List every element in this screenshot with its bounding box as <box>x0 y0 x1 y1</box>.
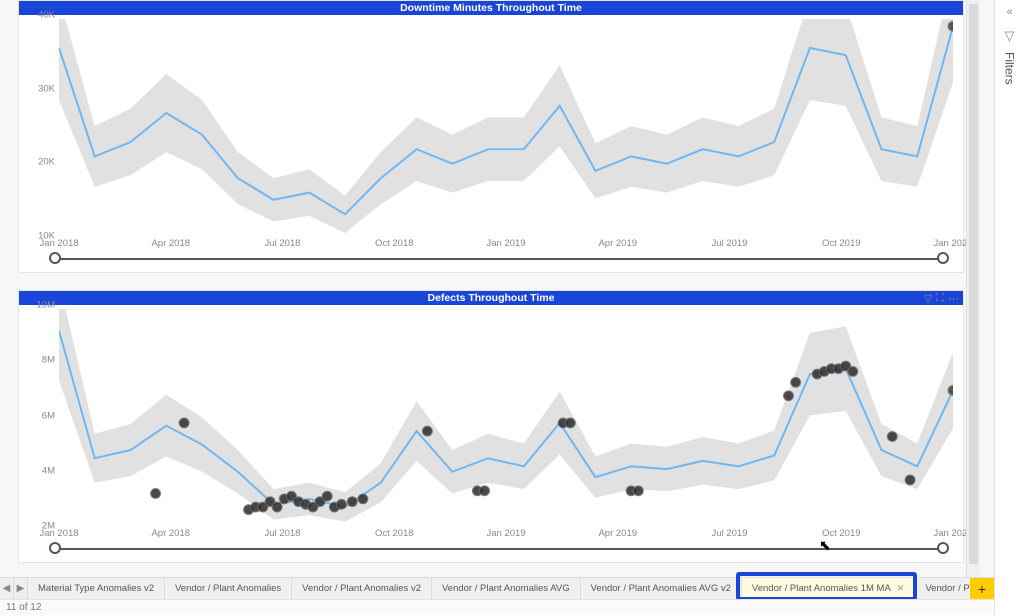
tab-label: Vendor / Plant Anomalies v2 <box>302 583 421 594</box>
plot-area <box>59 19 953 236</box>
filters-pane-collapsed[interactable]: « ▽ Filters <box>994 0 1024 615</box>
page-tab[interactable]: Vendor / Plant Anomalies AVG v2 <box>581 578 742 599</box>
page-tab[interactable]: Vendor / Plant Anomalies <box>165 578 292 599</box>
chart-title: Downtime Minutes Throughout Time <box>19 1 963 15</box>
y-tick-label: 8M <box>23 355 55 366</box>
slider-handle-end[interactable] <box>937 252 949 264</box>
y-axis: 2M4M6M8M10M <box>23 305 57 526</box>
x-tick-label: Jul 2019 <box>712 528 748 539</box>
time-slider[interactable] <box>47 542 951 556</box>
page-tab[interactable]: Vendor / Plant Anomalies AVG <box>432 578 581 599</box>
slider-handle-start[interactable] <box>49 542 61 554</box>
x-tick-label: Oct 2018 <box>375 528 414 539</box>
tab-label: Vendor / Plant Anomalies 1M MA <box>752 583 891 594</box>
y-tick-label: 10M <box>23 300 55 311</box>
close-icon[interactable]: ✕ <box>897 583 905 594</box>
x-tick-label: Oct 2019 <box>822 238 861 249</box>
page-tabs: ◀ ▶ Material Type Anomalies v2 Vendor / P… <box>0 577 994 599</box>
slider-track <box>57 258 941 260</box>
y-tick-label: 40K <box>23 10 55 21</box>
y-axis: 10K20K30K40K <box>23 15 57 236</box>
x-tick-label: Apr 2018 <box>151 238 190 249</box>
x-tick-label: Apr 2019 <box>598 238 637 249</box>
y-tick-label: 30K <box>23 83 55 94</box>
x-tick-label: Apr 2019 <box>598 528 637 539</box>
report-canvas: Downtime Minutes Throughout Time 10K20K3… <box>0 0 994 615</box>
slider-track <box>57 548 941 550</box>
visual-header-actions: ▽ ⛶ ⋯ <box>924 291 959 305</box>
page-tab[interactable]: Vendor / Plant Anomalies v2 <box>292 578 432 599</box>
time-slider[interactable] <box>47 252 951 266</box>
chart-downtime[interactable]: Downtime Minutes Throughout Time 10K20K3… <box>18 0 964 273</box>
add-page-button[interactable]: + <box>970 578 994 599</box>
chart-title: Defects Throughout Time <box>19 291 963 305</box>
tab-nav-next[interactable]: ▶ <box>14 578 28 599</box>
x-tick-label: Jul 2019 <box>712 238 748 249</box>
tab-label: Material Type Anomalies v2 <box>38 583 154 594</box>
x-tick-label: Apr 2018 <box>151 528 190 539</box>
focus-icon[interactable]: ⛶ <box>936 292 944 305</box>
y-tick-label: 4M <box>23 465 55 476</box>
x-tick-label: Oct 2018 <box>375 238 414 249</box>
page-tab[interactable]: Vendor / Plant Anomalies 1M MA v2 <box>915 578 970 599</box>
slider-handle-end[interactable] <box>937 542 949 554</box>
filter-icon[interactable]: ▽ <box>924 292 932 305</box>
page-indicator: 11 of 12 <box>6 602 41 613</box>
tab-label: Vendor / Plant Anomalies AVG <box>442 583 570 594</box>
tab-label: Vendor / Plant Anomalies <box>175 583 281 594</box>
more-icon[interactable]: ⋯ <box>948 292 959 305</box>
page-tab[interactable]: Material Type Anomalies v2 <box>28 578 165 599</box>
filter-icon: ▽ <box>1005 28 1015 44</box>
x-axis: Jan 2018Apr 2018Jul 2018Oct 2018Jan 2019… <box>59 528 953 540</box>
x-tick-label: Jan 2018 <box>39 238 78 249</box>
canvas-scrollbar[interactable] <box>966 0 980 580</box>
filters-label: Filters <box>1003 52 1017 85</box>
plot-area <box>59 309 953 526</box>
slider-handle-start[interactable] <box>49 252 61 264</box>
x-tick-label: Jul 2018 <box>265 528 301 539</box>
x-tick-label: Jul 2018 <box>265 238 301 249</box>
status-bar: 11 of 12 <box>0 599 994 615</box>
page-tab[interactable]: Vendor / Plant Anomalies 1M MA ✕ <box>742 578 915 599</box>
x-tick-label: Jan 2019 <box>486 528 525 539</box>
y-tick-label: 6M <box>23 410 55 421</box>
x-tick-label: Jan 2019 <box>486 238 525 249</box>
x-axis: Jan 2018Apr 2018Jul 2018Oct 2018Jan 2019… <box>59 238 953 250</box>
x-tick-label: Oct 2019 <box>822 528 861 539</box>
tab-label: Vendor / Plant Anomalies 1M MA v2 <box>925 583 970 594</box>
x-tick-label: Jan 2018 <box>39 528 78 539</box>
y-tick-label: 20K <box>23 157 55 168</box>
tab-label: Vendor / Plant Anomalies AVG v2 <box>591 583 731 594</box>
chart-defects[interactable]: Defects Throughout Time ▽ ⛶ ⋯ 2M4M6M8M10… <box>18 290 964 563</box>
expand-filters-icon[interactable]: « <box>1006 6 1012 18</box>
tab-nav-prev[interactable]: ◀ <box>0 578 14 599</box>
